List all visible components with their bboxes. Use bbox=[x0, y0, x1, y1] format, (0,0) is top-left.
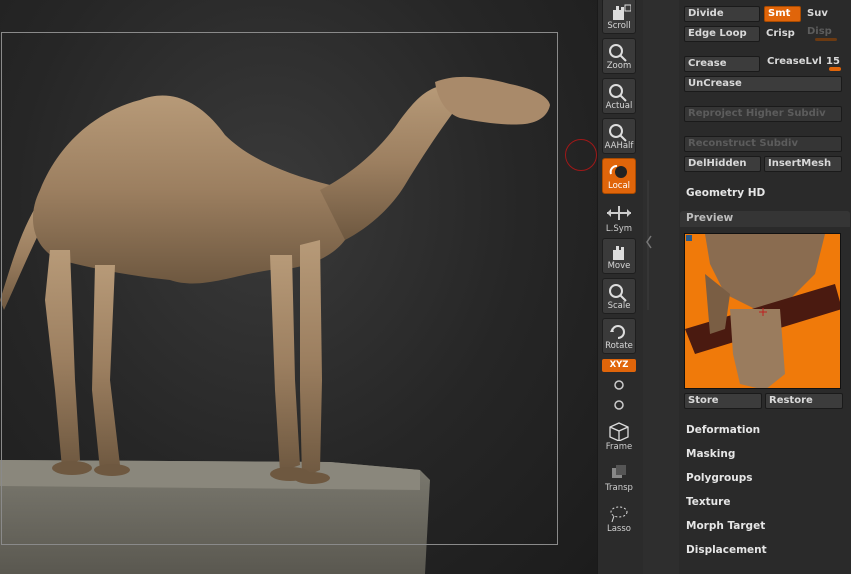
magnifier-actual-icon bbox=[609, 84, 627, 102]
magnifier-aahalf-icon bbox=[609, 124, 627, 142]
magnifier-zoom-icon bbox=[609, 44, 627, 62]
delhidden-button[interactable]: DelHidden bbox=[684, 156, 761, 172]
cube-frame-icon bbox=[609, 422, 629, 441]
lsym-label: L.Sym bbox=[605, 224, 633, 234]
scale-button[interactable]: Scale bbox=[602, 278, 636, 314]
actual-label: Actual bbox=[605, 101, 633, 111]
reproject-higher-subdiv-button[interactable]: Reproject Higher Subdiv bbox=[684, 106, 842, 122]
move-label: Move bbox=[607, 261, 631, 271]
actual-button[interactable]: Actual bbox=[602, 78, 636, 114]
rotate-y-icon[interactable] bbox=[612, 378, 626, 392]
lasso-button[interactable]: Lasso bbox=[602, 500, 636, 536]
preview-thumbnail[interactable] bbox=[684, 233, 841, 389]
transp-label: Transp bbox=[605, 483, 633, 493]
reconstruct-subdiv-button[interactable]: Reconstruct Subdiv bbox=[684, 136, 842, 152]
store-button[interactable]: Store bbox=[684, 393, 762, 409]
divide-button[interactable]: Divide bbox=[684, 6, 760, 22]
disp-slider-label[interactable]: Disp bbox=[807, 26, 832, 37]
rotate-button[interactable]: Rotate bbox=[602, 318, 636, 354]
zoom-button[interactable]: Zoom bbox=[602, 38, 636, 74]
masking-section[interactable]: Masking bbox=[686, 448, 735, 460]
hand-move-icon bbox=[613, 246, 624, 260]
move-button[interactable]: Move bbox=[602, 238, 636, 274]
local-rotate-icon bbox=[609, 165, 627, 178]
zoom-label: Zoom bbox=[606, 61, 632, 71]
displacement-section[interactable]: Displacement bbox=[686, 544, 767, 556]
geometry-hd-section[interactable]: Geometry HD bbox=[686, 187, 765, 199]
preview-header[interactable]: Preview bbox=[680, 211, 850, 227]
panel-divider bbox=[643, 0, 679, 574]
crease-level-slider[interactable] bbox=[829, 67, 841, 71]
tool-panel: Divide Smt Suv Edge Loop Crisp Disp Crea… bbox=[679, 0, 851, 574]
frame-button[interactable]: Frame bbox=[602, 418, 636, 454]
collapse-arrow-icon[interactable] bbox=[645, 232, 653, 252]
uncrease-button[interactable]: UnCrease bbox=[684, 76, 842, 92]
transp-button[interactable]: Transp bbox=[602, 459, 636, 495]
canvas-viewport[interactable] bbox=[0, 0, 597, 574]
frame-label: Frame bbox=[605, 442, 633, 452]
scroll-button[interactable]: Scroll bbox=[602, 0, 636, 34]
local-label: Local bbox=[607, 181, 631, 191]
aahalf-label: AAHalf bbox=[604, 141, 634, 151]
rotate-label: Rotate bbox=[605, 341, 633, 351]
crisp-toggle[interactable]: Crisp bbox=[766, 28, 795, 39]
transpose-frame bbox=[1, 32, 558, 545]
preview-corner-marker bbox=[686, 235, 692, 241]
hand-scroll-icon bbox=[613, 4, 631, 20]
disp-slider[interactable] bbox=[815, 38, 837, 41]
polygroups-section[interactable]: Polygroups bbox=[686, 472, 753, 484]
local-button[interactable]: Local bbox=[602, 158, 636, 194]
crease-level-label[interactable]: CreaseLvl bbox=[767, 56, 822, 67]
transparency-icon bbox=[612, 465, 626, 478]
texture-section[interactable]: Texture bbox=[686, 496, 730, 508]
xyz-toggle[interactable]: XYZ bbox=[602, 359, 636, 372]
crease-level-value: 15 bbox=[826, 56, 840, 67]
deformation-section[interactable]: Deformation bbox=[686, 424, 760, 436]
insertmesh-button[interactable]: InsertMesh bbox=[764, 156, 842, 172]
smt-toggle[interactable]: Smt bbox=[764, 6, 801, 22]
morph-target-section[interactable]: Morph Target bbox=[686, 520, 765, 532]
edge-loop-button[interactable]: Edge Loop bbox=[684, 26, 760, 42]
aahalf-button[interactable]: AAHalf bbox=[602, 118, 636, 154]
rotate-icon bbox=[610, 325, 625, 339]
preview-title: Preview bbox=[686, 212, 734, 224]
brush-cursor bbox=[565, 139, 597, 171]
symmetry-arrows-icon bbox=[607, 206, 631, 220]
lasso-icon bbox=[610, 506, 628, 523]
preview-model-image bbox=[685, 234, 840, 388]
magnifier-scale-icon bbox=[609, 284, 627, 302]
suv-toggle[interactable]: Suv bbox=[807, 8, 828, 19]
rotate-z-icon[interactable] bbox=[612, 398, 626, 412]
lasso-label: Lasso bbox=[606, 524, 631, 534]
right-shelf: Scroll Zoom Actual AAHalf Local L.Sym Mo… bbox=[597, 0, 644, 574]
lsym-button[interactable]: L.Sym bbox=[602, 200, 636, 236]
scale-label: Scale bbox=[607, 301, 631, 311]
scroll-label: Scroll bbox=[607, 21, 631, 31]
crease-button[interactable]: Crease bbox=[684, 56, 760, 72]
restore-button[interactable]: Restore bbox=[765, 393, 843, 409]
